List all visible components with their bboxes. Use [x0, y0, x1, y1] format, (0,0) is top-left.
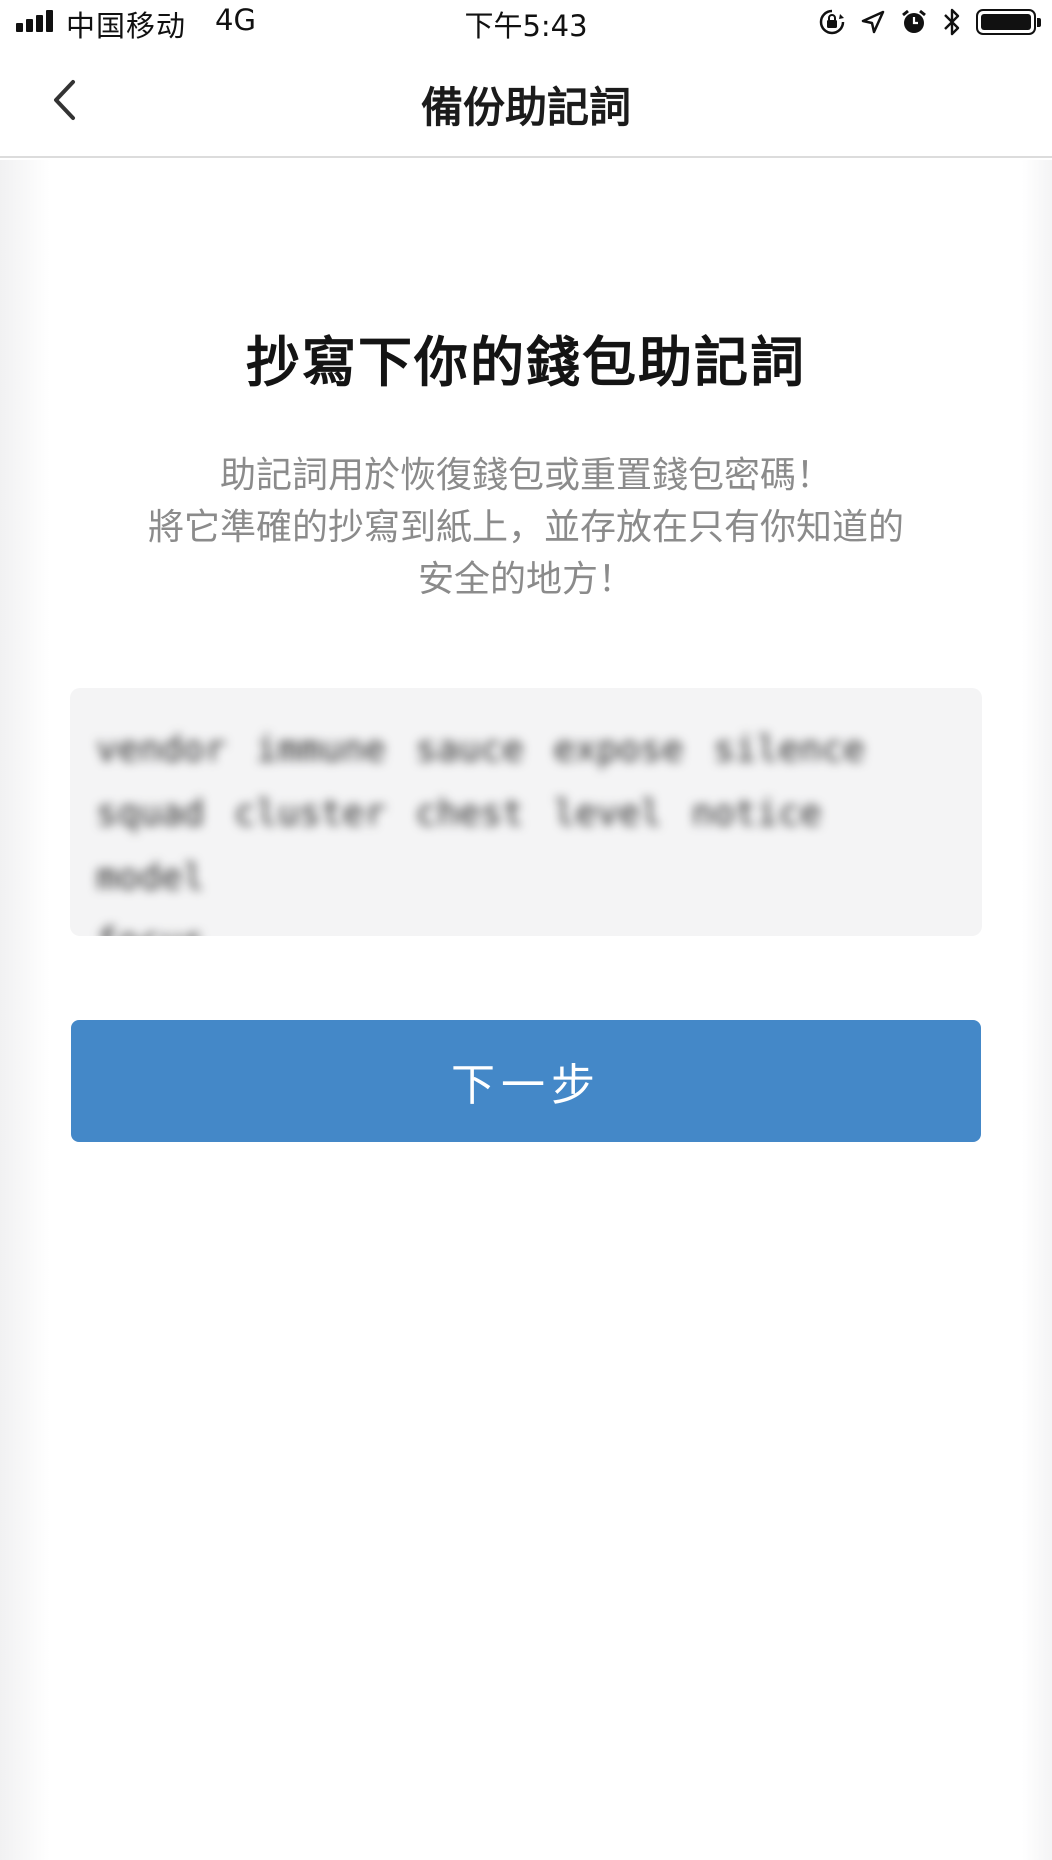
nav-bar: 備份助記詞 [0, 44, 1052, 158]
description-line: 安全的地方！ [417, 559, 634, 600]
battery-icon [976, 9, 1041, 35]
description-line: 將它準確的抄寫到紙上，並存放在只有你知道的 [147, 507, 904, 548]
location-icon [860, 9, 886, 35]
mnemonic-line: vendor immune sauce expose silence [96, 729, 865, 770]
instruction-heading: 抄寫下你的錢包助記詞 [246, 331, 806, 394]
backup-mnemonic-screen: 中国移动 4G 下午5:43 備份助記詞 抄寫下你的錢包助記詞 助記詞用於恢復錢… [0, 0, 1052, 1860]
status-icons [818, 6, 1041, 38]
mnemonic-line: focus [96, 910, 956, 936]
mnemonic-line: squad cluster chest level notice model [96, 793, 822, 898]
instruction-description: 助記詞用於恢復錢包或重置錢包密碼！ 將它準確的抄寫到紙上，並存放在只有你知道的 … [100, 450, 952, 606]
description-line: 助記詞用於恢復錢包或重置錢包密碼！ [219, 455, 832, 496]
mnemonic-words: vendor immune sauce expose silence squad… [96, 718, 956, 936]
left-edge-shade [0, 160, 50, 1860]
orientation-lock-icon [818, 8, 846, 36]
next-step-button[interactable]: 下一步 [71, 1020, 981, 1142]
status-bar: 中国移动 4G 下午5:43 [0, 0, 1052, 44]
page-title: 備份助記詞 [420, 83, 631, 132]
mnemonic-box: vendor immune sauce expose silence squad… [70, 688, 982, 936]
right-edge-shade [1022, 160, 1052, 1860]
bluetooth-icon [942, 7, 962, 37]
alarm-icon [900, 8, 928, 36]
